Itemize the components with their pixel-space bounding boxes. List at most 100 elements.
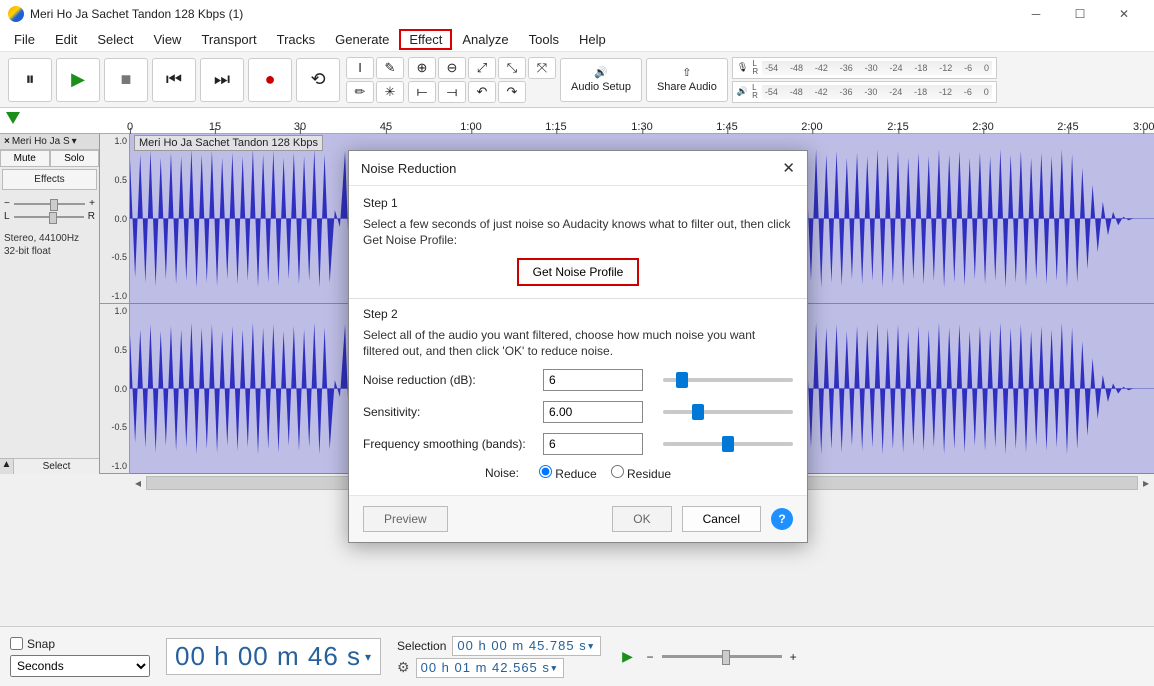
- track-collapse-icon[interactable]: ▲: [0, 459, 14, 474]
- fit-project-icon[interactable]: ⤡: [498, 57, 526, 79]
- snap-checkbox[interactable]: [10, 637, 23, 650]
- noise-reduction-input[interactable]: [543, 369, 643, 391]
- selection-label: Selection: [397, 639, 446, 653]
- effects-button[interactable]: Effects: [2, 169, 97, 190]
- playhead-icon[interactable]: [6, 112, 20, 124]
- skip-start-button[interactable]: ⏮: [152, 58, 196, 102]
- draw-tool-icon[interactable]: ✏: [346, 81, 374, 103]
- share-icon: ⇧: [682, 66, 691, 79]
- track-format-info: Stereo, 44100Hz 32-bit float: [0, 228, 99, 262]
- pause-button[interactable]: ⏸: [8, 58, 52, 102]
- noise-reduction-slider[interactable]: [663, 378, 793, 382]
- frequency-smoothing-input[interactable]: [543, 433, 643, 455]
- multi-tool-icon[interactable]: ✳: [376, 81, 404, 103]
- redo-icon[interactable]: ↷: [498, 81, 526, 103]
- menu-bar: File Edit Select View Transport Tracks G…: [0, 28, 1154, 52]
- loop-button[interactable]: ⟲: [296, 58, 340, 102]
- menu-tools[interactable]: Tools: [519, 29, 569, 50]
- track-select-button[interactable]: Select: [14, 459, 99, 474]
- trim-icon[interactable]: ⟝: [408, 81, 436, 103]
- track-control-panel[interactable]: × Meri Ho Ja S ▾ Mute Solo Effects −+ LR…: [0, 134, 100, 474]
- pan-slider[interactable]: LR: [4, 211, 95, 222]
- help-icon[interactable]: ?: [771, 508, 793, 530]
- noise-mode-label: Noise:: [485, 466, 519, 480]
- clip-title[interactable]: Meri Ho Ja Sachet Tandon 128 Kbps: [134, 135, 323, 151]
- silence-icon[interactable]: ⟞: [438, 81, 466, 103]
- track-name[interactable]: Meri Ho Ja S: [12, 136, 70, 147]
- sensitivity-slider[interactable]: [663, 410, 793, 414]
- track-menu-icon[interactable]: ▾: [72, 136, 77, 147]
- cancel-button[interactable]: Cancel: [682, 506, 761, 532]
- menu-transport[interactable]: Transport: [191, 29, 266, 50]
- menu-generate[interactable]: Generate: [325, 29, 399, 50]
- maximize-button[interactable]: ☐: [1058, 0, 1102, 28]
- play-button[interactable]: ▶: [56, 58, 100, 102]
- frequency-smoothing-slider[interactable]: [663, 442, 793, 446]
- time-display[interactable]: 00 h 00 m 46 s▾: [166, 638, 381, 675]
- ok-button[interactable]: OK: [612, 506, 671, 532]
- app-logo-icon: [8, 6, 24, 22]
- reduce-radio[interactable]: Reduce: [539, 465, 597, 481]
- menu-file[interactable]: File: [4, 29, 45, 50]
- sensitivity-input[interactable]: [543, 401, 643, 423]
- selection-end[interactable]: 00 h 01 m 42.565 s▾: [416, 658, 564, 678]
- solo-button[interactable]: Solo: [50, 150, 100, 167]
- step1-label: Step 1: [363, 196, 793, 210]
- timeline-ruler[interactable]: 0 15 30 45 1:00 1:15 1:30 1:45 2:00 2:15…: [0, 108, 1154, 134]
- snap-label: Snap: [27, 637, 55, 651]
- playback-meter-scale: -54-48-42-36-30-24-18-12-60: [762, 85, 992, 99]
- scroll-left-icon[interactable]: ◂: [130, 476, 146, 490]
- record-button[interactable]: ●: [248, 58, 292, 102]
- menu-analyze[interactable]: Analyze: [452, 29, 518, 50]
- amplitude-scale: 1.00.50.0-0.5-1.0 1.00.50.0-0.5-1.0: [100, 134, 130, 474]
- stop-button[interactable]: ■: [104, 58, 148, 102]
- menu-view[interactable]: View: [144, 29, 192, 50]
- snap-unit-select[interactable]: Seconds: [10, 655, 150, 677]
- menu-help[interactable]: Help: [569, 29, 616, 50]
- record-meter[interactable]: 🎙 LR -54-48-42-36-30-24-18-12-60: [732, 57, 997, 79]
- playback-meter[interactable]: 🔊 LR -54-48-42-36-30-24-18-12-60: [732, 81, 997, 103]
- menu-tracks[interactable]: Tracks: [267, 29, 326, 50]
- mute-button[interactable]: Mute: [0, 150, 50, 167]
- menu-effect[interactable]: Effect: [399, 29, 452, 50]
- play-at-speed-button[interactable]: ▶: [617, 646, 639, 668]
- step2-label: Step 2: [363, 307, 793, 321]
- track-close-icon[interactable]: ×: [4, 136, 10, 147]
- envelope-tool-icon[interactable]: ✎: [376, 57, 404, 79]
- zoom-in-icon[interactable]: ⊕: [408, 57, 436, 79]
- zoom-toggle-icon[interactable]: ⤧: [528, 57, 556, 79]
- zoom-out-icon[interactable]: ⊖: [438, 57, 466, 79]
- speaker-icon: 🔊: [737, 86, 748, 97]
- undo-icon[interactable]: ↶: [468, 81, 496, 103]
- window-title: Meri Ho Ja Sachet Tandon 128 Kbps (1): [30, 7, 243, 21]
- dialog-close-icon[interactable]: ✕: [782, 159, 795, 177]
- step1-desc: Select a few seconds of just noise so Au…: [363, 216, 793, 248]
- audio-setup-button[interactable]: 🔊 Audio Setup: [560, 58, 642, 102]
- minimize-button[interactable]: ─: [1014, 0, 1058, 28]
- skip-end-button[interactable]: ⏭: [200, 58, 244, 102]
- noise-reduction-label: Noise reduction (dB):: [363, 373, 533, 387]
- speaker-icon: 🔊: [594, 66, 608, 79]
- record-meter-scale: -54-48-42-36-30-24-18-12-60: [762, 61, 992, 75]
- title-bar: Meri Ho Ja Sachet Tandon 128 Kbps (1) ─ …: [0, 0, 1154, 28]
- menu-select[interactable]: Select: [87, 29, 143, 50]
- preview-button[interactable]: Preview: [363, 506, 448, 532]
- fit-selection-icon[interactable]: ⤢: [468, 57, 496, 79]
- noise-reduction-dialog: Noise Reduction ✕ Step 1 Select a few se…: [348, 150, 808, 543]
- selection-settings-icon[interactable]: ⚙: [397, 659, 410, 676]
- gain-slider[interactable]: −+: [4, 198, 95, 209]
- residue-radio[interactable]: Residue: [611, 465, 671, 481]
- get-noise-profile-button[interactable]: Get Noise Profile: [517, 258, 640, 286]
- menu-edit[interactable]: Edit: [45, 29, 87, 50]
- mic-icon: 🎙: [737, 62, 748, 73]
- scroll-right-icon[interactable]: ▸: [1138, 476, 1154, 490]
- close-button[interactable]: ✕: [1102, 0, 1146, 28]
- frequency-smoothing-label: Frequency smoothing (bands):: [363, 437, 533, 451]
- playback-speed-slider[interactable]: [662, 655, 782, 658]
- share-audio-button[interactable]: ⇧ Share Audio: [646, 58, 728, 102]
- sensitivity-label: Sensitivity:: [363, 405, 533, 419]
- selection-tool-icon[interactable]: I: [346, 57, 374, 79]
- status-bar: Snap Seconds 00 h 00 m 46 s▾ Selection 0…: [0, 626, 1154, 686]
- selection-start[interactable]: 00 h 00 m 45.785 s▾: [452, 636, 600, 656]
- level-meters: 🎙 LR -54-48-42-36-30-24-18-12-60 🔊 LR -5…: [732, 57, 997, 103]
